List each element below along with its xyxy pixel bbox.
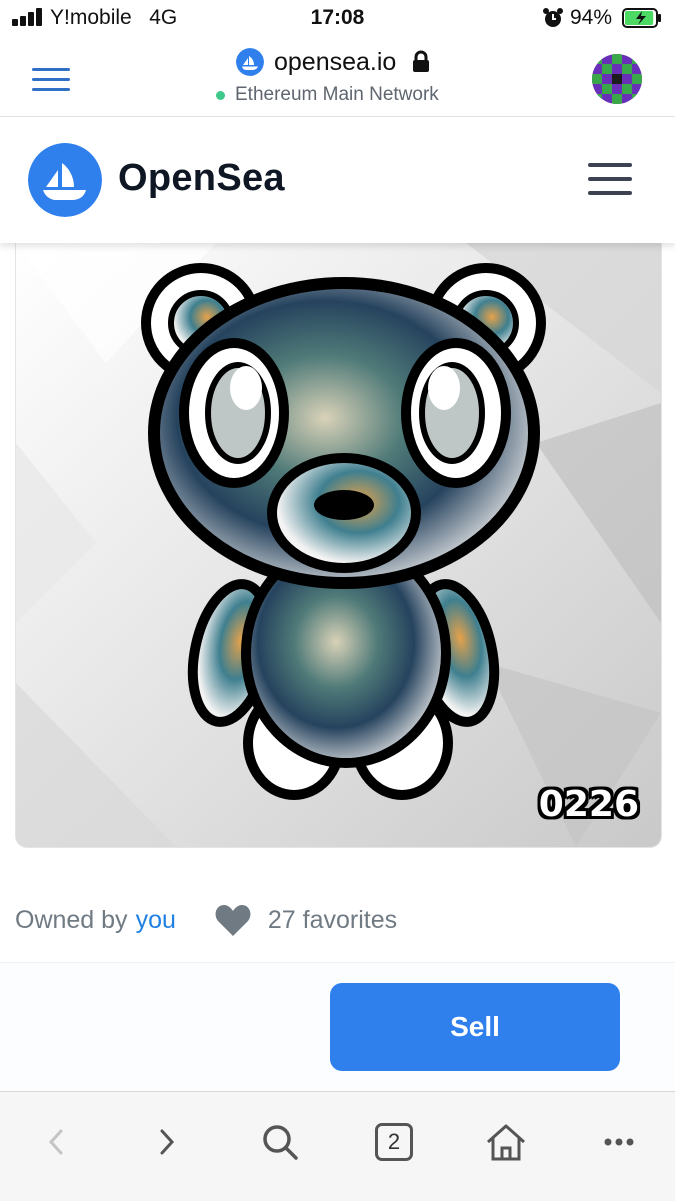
lock-icon	[413, 50, 430, 72]
browser-toolbar: 2	[0, 1091, 675, 1201]
brand-name[interactable]: OpenSea	[118, 157, 285, 200]
network-name: Ethereum Main Network	[235, 84, 439, 105]
alarm-icon	[543, 8, 563, 27]
action-bar: Sell	[0, 962, 675, 1091]
back-icon[interactable]	[32, 1118, 80, 1166]
nft-artwork	[16, 243, 661, 847]
hamburger-icon[interactable]	[588, 163, 634, 197]
site-header: OpenSea	[0, 117, 675, 243]
tabs-icon[interactable]: 2	[370, 1118, 418, 1166]
opensea-favicon-icon	[236, 48, 264, 76]
host-name: opensea.io	[274, 47, 397, 76]
status-bar: Y!mobile 4G 17:08 94%	[0, 0, 675, 36]
browser-address-bar: opensea.io Ethereum Main Network	[0, 36, 675, 117]
battery-percent: 94%	[570, 6, 613, 29]
owned-by-label: Owned by	[15, 905, 128, 934]
token-number: 0226	[538, 784, 639, 825]
home-icon[interactable]	[482, 1118, 530, 1166]
search-icon[interactable]	[256, 1118, 304, 1166]
forward-icon[interactable]	[143, 1118, 191, 1166]
tab-count: 2	[375, 1123, 413, 1161]
favorites-count: 27 favorites	[267, 905, 398, 934]
network-status-dot	[216, 90, 225, 100]
more-icon[interactable]	[595, 1118, 643, 1166]
sell-button[interactable]: Sell	[330, 983, 620, 1071]
owner-link[interactable]: you	[136, 906, 176, 935]
battery-icon	[622, 8, 661, 28]
network-indicator: Ethereum Main Network	[216, 84, 439, 106]
menu-icon[interactable]	[32, 68, 72, 92]
wallet-avatar[interactable]	[592, 54, 642, 104]
opensea-logo-icon[interactable]	[28, 143, 102, 217]
owner-row: Owned by you 27 favorites	[15, 898, 397, 942]
nft-image[interactable]: 0226	[15, 243, 662, 848]
url-display[interactable]: opensea.io	[236, 46, 430, 78]
heart-icon[interactable]	[214, 902, 252, 938]
